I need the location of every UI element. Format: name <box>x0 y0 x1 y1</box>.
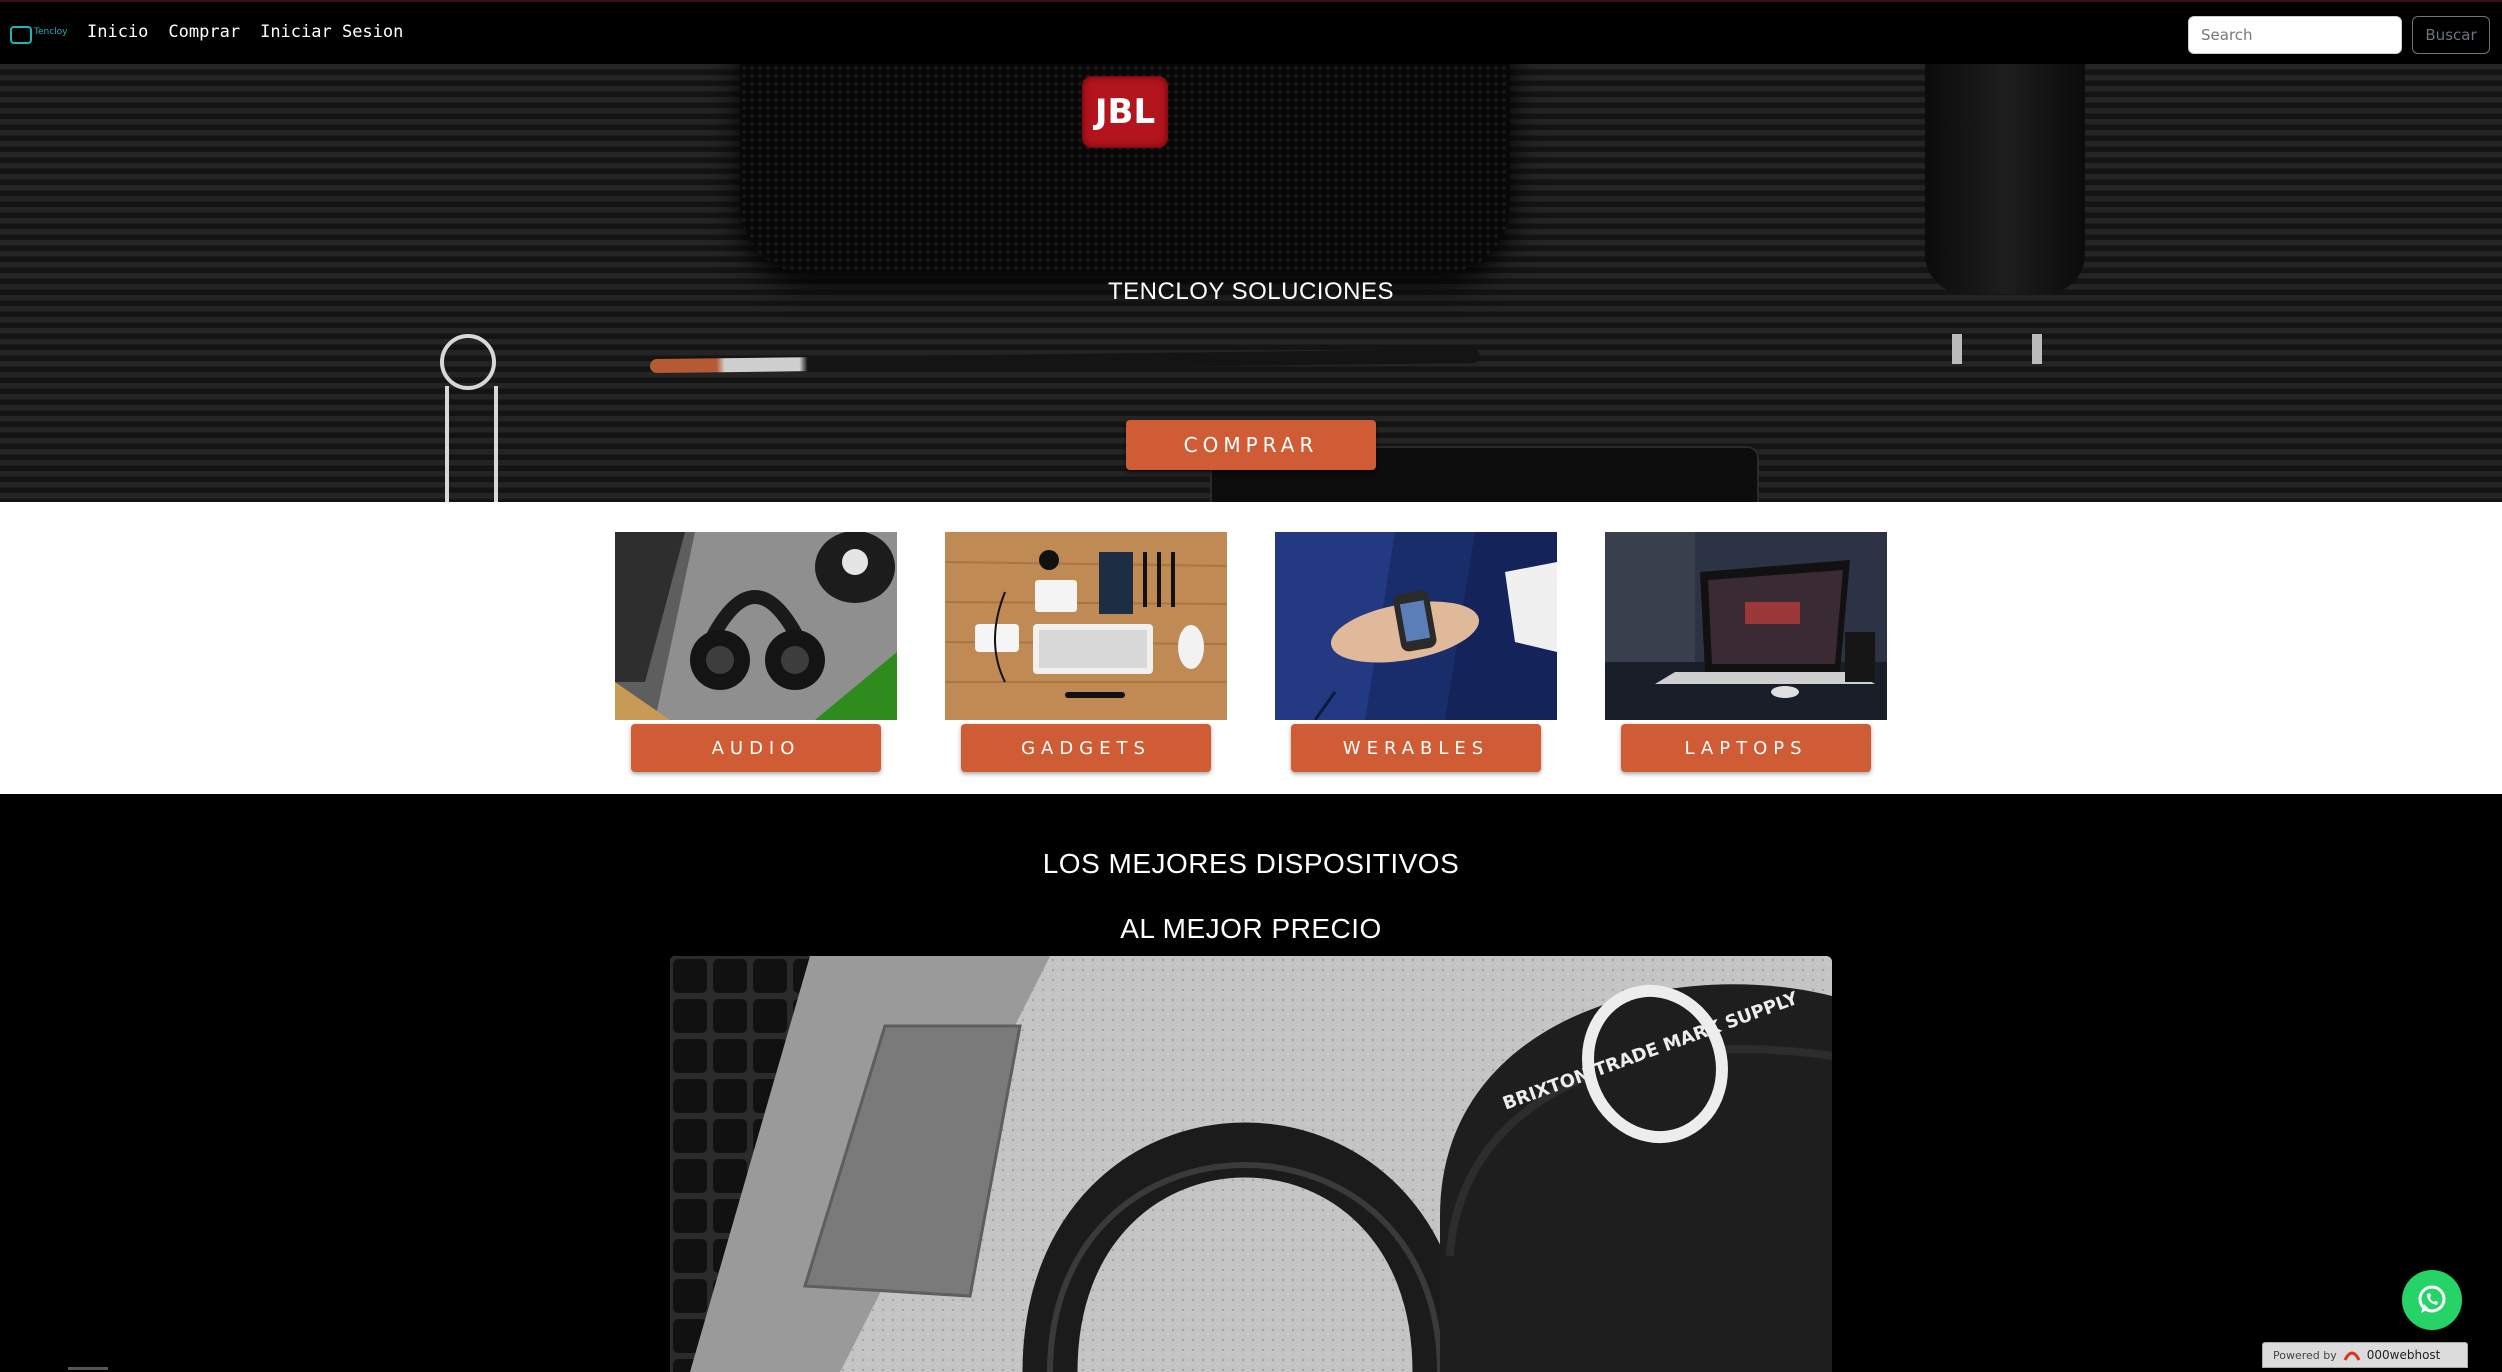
category-button-gadgets[interactable]: GADGETS <box>961 724 1211 772</box>
host-name: 000webhost <box>2366 1348 2441 1362</box>
charger-prong <box>1952 334 1962 364</box>
headphones-photo[interactable] <box>615 532 897 720</box>
hero-banner: JBL TENCLOY SOLUCIONES COMPRAR <box>0 64 2502 502</box>
brand-text: Tencloy <box>34 27 68 37</box>
whatsapp-button[interactable] <box>2402 1270 2462 1330</box>
category-button-werables[interactable]: WERABLES <box>1291 724 1541 772</box>
category-card-werables: WERABLES <box>1275 532 1557 776</box>
navbar: Tencloy Inicio Comprar Iniciar Sesion Bu… <box>0 0 2502 64</box>
search-input[interactable] <box>2188 16 2402 54</box>
webhost-logo-icon <box>2343 1351 2361 1361</box>
category-card-laptops: LAPTOPS <box>1605 532 1887 776</box>
promo-heading-line2: AL MEJOR PRECIO <box>1120 913 1382 944</box>
speaker-logo: JBL <box>1082 76 1168 148</box>
nav-link-comprar[interactable]: Comprar <box>168 22 240 42</box>
brand-mark-icon <box>10 26 32 44</box>
category-section: AUDIO GADGETS WERABLES LAPTOPS <box>0 502 2502 794</box>
promo-headphones-photo: BRIXTON TRADE MARK SUPPLY <box>670 956 1832 1372</box>
powered-by-text: Powered by <box>2273 1348 2337 1362</box>
charger-prong <box>2032 334 2042 364</box>
hero-title: TENCLOY SOLUCIONES <box>1108 278 1394 305</box>
whatsapp-icon <box>2418 1285 2446 1313</box>
paintbrush-image <box>649 348 1481 374</box>
nav-link-iniciar-sesion[interactable]: Iniciar Sesion <box>260 22 403 42</box>
laptop-photo[interactable] <box>1605 532 1887 720</box>
category-button-laptops[interactable]: LAPTOPS <box>1621 724 1871 772</box>
charger-image <box>1925 64 2085 294</box>
powered-by-badge[interactable]: Powered by 000webhost <box>2262 1342 2468 1368</box>
category-button-audio[interactable]: AUDIO <box>631 724 881 772</box>
nav-link-inicio[interactable]: Inicio <box>87 22 148 42</box>
binder-clip-image <box>435 334 505 502</box>
brand-logo[interactable]: Tencloy <box>10 24 68 46</box>
comprar-button[interactable]: COMPRAR <box>1126 420 1376 470</box>
smartwatch-photo[interactable] <box>1275 532 1557 720</box>
desk-gadgets-photo[interactable] <box>945 532 1227 720</box>
scroll-indicator <box>68 1367 108 1370</box>
category-card-gadgets: GADGETS <box>945 532 1227 776</box>
nav-links: Inicio Comprar Iniciar Sesion <box>87 22 403 42</box>
promo-heading-line1: LOS MEJORES DISPOSITIVOS <box>1042 848 1460 879</box>
category-card-audio: AUDIO <box>615 532 897 776</box>
search-button[interactable]: Buscar <box>2412 16 2490 54</box>
